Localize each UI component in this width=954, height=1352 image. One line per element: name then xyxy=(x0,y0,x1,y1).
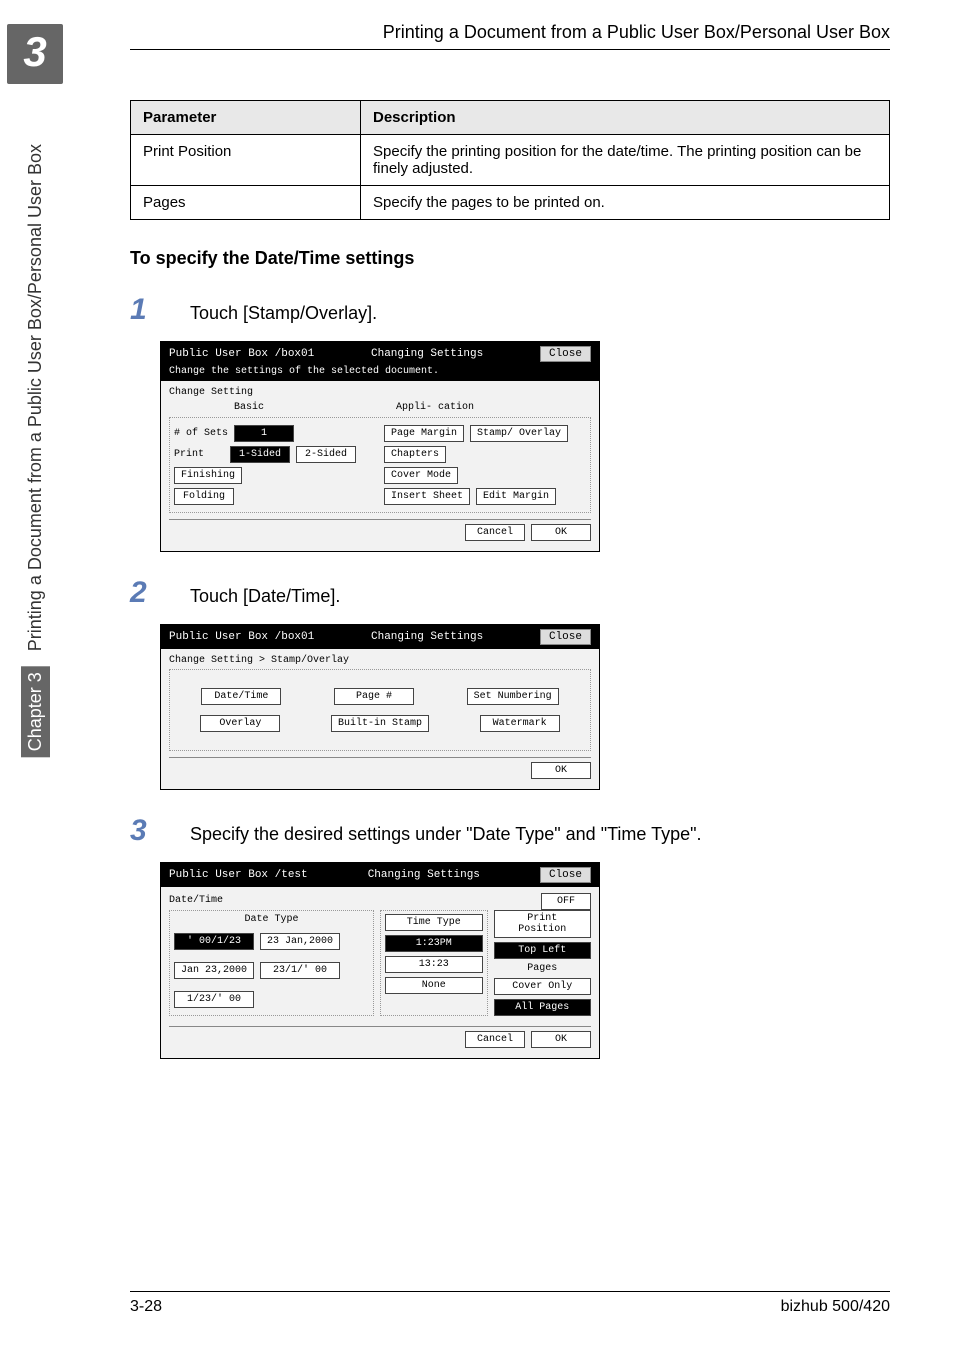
scr3-pages-label: Pages xyxy=(494,963,592,974)
td-print-position: Print Position xyxy=(131,135,361,186)
step-3-number: 3 xyxy=(130,814,190,848)
scr3-time-3-button[interactable]: None xyxy=(385,977,483,994)
scr1-2sided-button[interactable]: 2-Sided xyxy=(296,446,356,463)
scr1-sets-label: # of Sets xyxy=(174,428,228,439)
scr3-cover-only-button[interactable]: Cover Only xyxy=(494,978,592,995)
scr1-edit-margin-button[interactable]: Edit Margin xyxy=(476,488,556,505)
scr1-subtitle: Changing Settings xyxy=(371,348,483,360)
scr1-basic-tab[interactable]: Basic xyxy=(169,402,329,413)
footer-model: bizhub 500/420 xyxy=(781,1298,890,1316)
scr2-watermark-button[interactable]: Watermark xyxy=(480,715,560,732)
screenshot-2: Public User Box /box01 Changing Settings… xyxy=(160,624,600,790)
section-heading: To specify the Date/Time settings xyxy=(130,248,890,269)
screenshot-1: Public User Box /box01 Changing Settings… xyxy=(160,341,600,552)
scr2-close-button[interactable]: Close xyxy=(540,629,591,645)
screenshot-3: Public User Box /test Changing Settings … xyxy=(160,862,600,1059)
scr3-all-pages-button[interactable]: All Pages xyxy=(494,999,592,1016)
scr1-title: Public User Box /box01 xyxy=(169,348,314,360)
scr3-time-1-button[interactable]: 1:23PM xyxy=(385,935,483,952)
scr1-finishing-button[interactable]: Finishing xyxy=(174,467,242,484)
td-print-position-desc: Specify the printing position for the da… xyxy=(361,135,890,186)
scr3-print-position-label: Print Position xyxy=(494,910,592,938)
scr1-cover-mode-button[interactable]: Cover Mode xyxy=(384,467,458,484)
step-2-number: 2 xyxy=(130,576,190,610)
scr3-date-type-label: Date Type xyxy=(174,914,369,925)
scr1-cancel-button[interactable]: Cancel xyxy=(465,524,525,541)
scr1-chapters-button[interactable]: Chapters xyxy=(384,446,446,463)
scr3-date-2-button[interactable]: 23 Jan,2000 xyxy=(260,933,340,950)
scr3-heading: Date/Time xyxy=(169,895,223,906)
page-title: Printing a Document from a Public User B… xyxy=(383,22,890,43)
scr3-cancel-button[interactable]: Cancel xyxy=(465,1031,525,1048)
scr3-date-5-button[interactable]: 1/23/' 00 xyxy=(174,991,254,1008)
scr1-change-setting-label: Change Setting xyxy=(169,387,591,398)
scr3-date-3-button[interactable]: Jan 23,2000 xyxy=(174,962,254,979)
scr1-print-label: Print xyxy=(174,449,224,460)
scr3-ok-button[interactable]: OK xyxy=(531,1031,591,1048)
scr3-close-button[interactable]: Close xyxy=(540,867,591,883)
step-3-text: Specify the desired settings under "Date… xyxy=(190,824,702,845)
scr3-title: Public User Box /test xyxy=(169,869,308,881)
scr2-overlay-button[interactable]: Overlay xyxy=(200,715,280,732)
side-title-label: Printing a Document from a Public User B… xyxy=(25,144,45,651)
scr3-off-button[interactable]: OFF xyxy=(541,893,591,910)
step-1-text: Touch [Stamp/Overlay]. xyxy=(190,303,377,324)
step-1-number: 1 xyxy=(130,293,190,327)
td-pages: Pages xyxy=(131,186,361,220)
scr2-date-time-button[interactable]: Date/Time xyxy=(201,688,281,705)
td-pages-desc: Specify the pages to be printed on. xyxy=(361,186,890,220)
scr2-title: Public User Box /box01 xyxy=(169,631,314,643)
scr2-set-numbering-button[interactable]: Set Numbering xyxy=(467,688,559,705)
chapter-number-badge: 3 xyxy=(7,24,62,84)
scr1-sets-value[interactable]: 1 xyxy=(234,425,294,442)
th-description: Description xyxy=(361,101,890,135)
scr2-page-num-button[interactable]: Page # xyxy=(334,688,414,705)
scr1-1sided-button[interactable]: 1-Sided xyxy=(230,446,290,463)
scr1-stamp-overlay-button[interactable]: Stamp/ Overlay xyxy=(470,425,568,442)
scr1-folding-button[interactable]: Folding xyxy=(174,488,234,505)
scr1-insert-sheet-button[interactable]: Insert Sheet xyxy=(384,488,470,505)
parameter-table: Parameter Description Print Position Spe… xyxy=(130,100,890,220)
scr2-breadcrumb: Change Setting > Stamp/Overlay xyxy=(169,655,591,666)
scr1-ok-button[interactable]: OK xyxy=(531,524,591,541)
scr2-ok-button[interactable]: OK xyxy=(531,762,591,779)
scr1-close-button[interactable]: Close xyxy=(540,346,591,362)
scr2-builtin-stamp-button[interactable]: Built-in Stamp xyxy=(331,715,429,732)
scr3-date-1-button[interactable]: ' 00/1/23 xyxy=(174,933,254,950)
scr3-time-type-label: Time Type xyxy=(385,914,483,931)
scr3-top-left-button[interactable]: Top Left xyxy=(494,942,592,959)
scr3-time-2-button[interactable]: 13:23 xyxy=(385,956,483,973)
side-vertical-label: Chapter 3 Printing a Document from a Pub… xyxy=(21,144,50,757)
scr3-date-4-button[interactable]: 23/1/' 00 xyxy=(260,962,340,979)
scr1-application-tab[interactable]: Appli- cation xyxy=(335,402,535,413)
scr2-subtitle: Changing Settings xyxy=(371,631,483,643)
side-chapter-label: Chapter 3 xyxy=(21,666,50,757)
footer-page-number: 3-28 xyxy=(130,1298,162,1316)
scr3-subtitle: Changing Settings xyxy=(368,869,480,881)
step-2-text: Touch [Date/Time]. xyxy=(190,586,340,607)
scr1-message: Change the settings of the selected docu… xyxy=(161,366,599,381)
scr1-page-margin-button[interactable]: Page Margin xyxy=(384,425,464,442)
th-parameter: Parameter xyxy=(131,101,361,135)
